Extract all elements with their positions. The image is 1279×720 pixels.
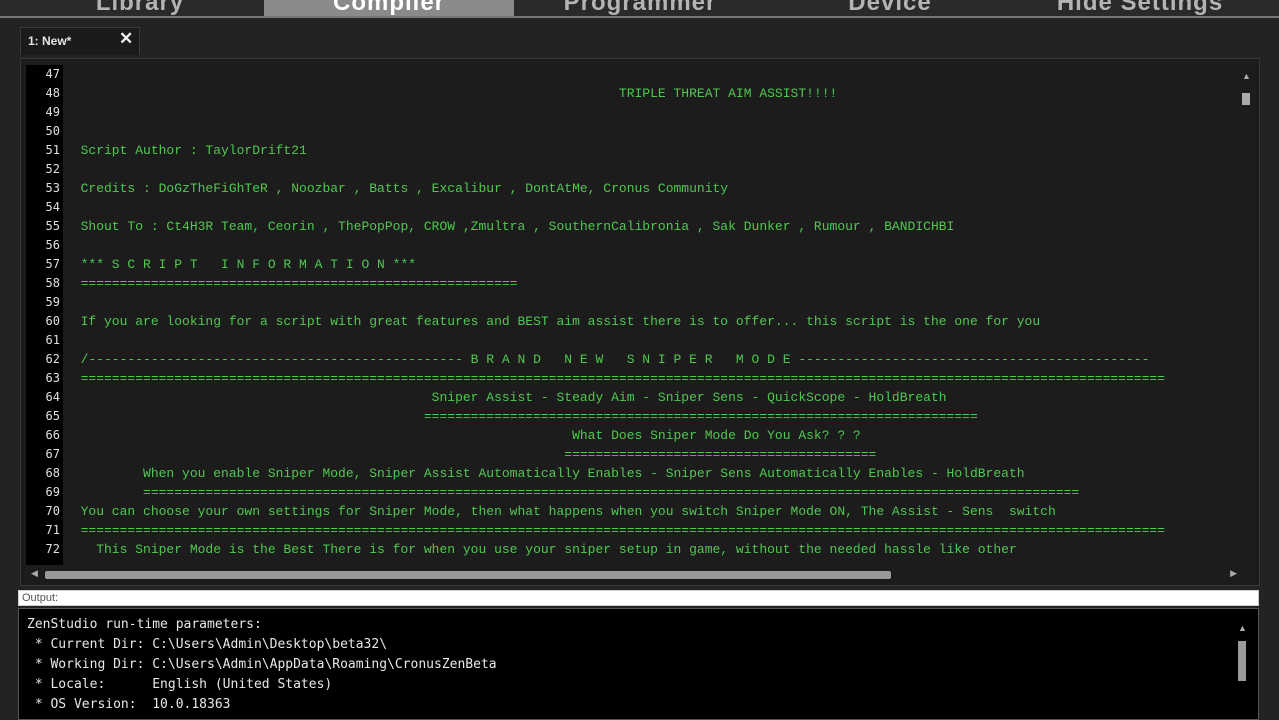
output-scrollbar[interactable]: ▲: [1236, 623, 1248, 719]
line-number: 65: [45, 409, 60, 423]
line-number: 62: [45, 352, 60, 366]
document-tab-label: 1: New*: [28, 34, 72, 48]
tab-compiler[interactable]: Compiler: [264, 0, 514, 16]
line-number: 57: [45, 257, 60, 271]
line-number: 72: [45, 542, 60, 556]
tab-programmer[interactable]: Programmer: [520, 0, 760, 16]
code-line: Script Author : TaylorDrift21: [65, 143, 307, 158]
code-line: ========================================: [65, 447, 877, 462]
line-number: 50: [45, 124, 60, 138]
code-line: What Does Sniper Mode Do You Ask? ? ?: [65, 428, 861, 443]
tab-library[interactable]: Library: [40, 0, 240, 16]
line-number-gutter: 47 48 49 50 51 52 53 54 55 56 57 58 59 60 61 62 63 64 65 66…: [26, 65, 63, 565]
line-number: 52: [45, 162, 60, 176]
code-line: Credits : DoGzTheFiGhTeR , Noozbar , Bat…: [65, 181, 729, 196]
code-line: You can choose your own settings for Sni…: [65, 504, 1056, 519]
code-line: ========================================…: [65, 485, 1080, 500]
horizontal-scroll-thumb[interactable]: [45, 571, 891, 579]
output-line: ZenStudio run-time parameters:: [27, 617, 262, 632]
line-number: 70: [45, 504, 60, 518]
code-area[interactable]: TRIPLE THREAT AIM ASSIST!!!! Script Auth…: [65, 65, 1235, 565]
tab-bar-divider: [0, 16, 1279, 18]
top-tab-bar: Library Compiler Programmer Device Hide …: [0, 0, 1279, 18]
line-number: 71: [45, 523, 60, 537]
vertical-scroll-thumb[interactable]: [1242, 93, 1250, 105]
vertical-scrollbar[interactable]: ▲: [1240, 67, 1252, 559]
code-line: ========================================…: [65, 276, 518, 291]
code-line: ========================================…: [65, 523, 1165, 538]
line-number: 59: [45, 295, 60, 309]
output-header: Output:: [18, 590, 1259, 606]
output-line: * Working Dir: C:\Users\Admin\AppData\Ro…: [27, 657, 497, 672]
code-editor[interactable]: 47 48 49 50 51 52 53 54 55 56 57 58 59 60 61 62 63 64 65 66…: [20, 58, 1260, 586]
output-panel[interactable]: ZenStudio run-time parameters: * Current…: [18, 608, 1259, 720]
code-line: Shout To : Ct4H3R Team, Ceorin , ThePopP…: [65, 219, 955, 234]
line-number: 49: [45, 105, 60, 119]
line-number: 69: [45, 485, 60, 499]
code-line: /---------------------------------------…: [65, 352, 1150, 367]
line-number: 48: [45, 86, 60, 100]
line-number: 53: [45, 181, 60, 195]
line-number: 66: [45, 428, 60, 442]
output-line: * OS Version: 10.0.18363: [27, 697, 231, 712]
tab-hide-settings[interactable]: Hide Settings: [1010, 0, 1270, 16]
scroll-up-icon[interactable]: ▲: [1242, 71, 1251, 81]
close-icon[interactable]: ✕: [119, 29, 133, 49]
line-number: 64: [45, 390, 60, 404]
horizontal-scrollbar[interactable]: ◀ ▶: [31, 567, 1237, 581]
code-line: ========================================…: [65, 409, 978, 424]
line-number: 63: [45, 371, 60, 385]
scroll-right-icon[interactable]: ▶: [1230, 568, 1237, 579]
line-number: 56: [45, 238, 60, 252]
output-line: * Current Dir: C:\Users\Admin\Desktop\be…: [27, 637, 388, 652]
code-line: *** S C R I P T I N F O R M A T I O N **…: [65, 257, 417, 272]
line-number: 58: [45, 276, 60, 290]
line-number: 67: [45, 447, 60, 461]
scroll-up-icon[interactable]: ▲: [1238, 623, 1247, 633]
line-number: 51: [45, 143, 60, 157]
output-line: * Locale: English (United States): [27, 677, 333, 692]
line-number: 61: [45, 333, 60, 347]
code-line: When you enable Sniper Mode, Sniper Assi…: [65, 466, 1025, 481]
code-line: ========================================…: [65, 371, 1165, 386]
document-tab[interactable]: 1: New* ✕: [20, 27, 140, 55]
line-number: 47: [45, 67, 60, 81]
line-number: 60: [45, 314, 60, 328]
line-number: 54: [45, 200, 60, 214]
line-number: 55: [45, 219, 60, 233]
code-line: This Sniper Mode is the Best There is fo…: [65, 542, 1017, 557]
scroll-left-icon[interactable]: ◀: [31, 568, 38, 579]
output-scroll-thumb[interactable]: [1238, 641, 1246, 681]
output-label: Output:: [22, 592, 59, 604]
code-line: If you are looking for a script with gre…: [65, 314, 1041, 329]
code-line: TRIPLE THREAT AIM ASSIST!!!!: [65, 86, 838, 101]
tab-device[interactable]: Device: [790, 0, 990, 16]
code-line: Sniper Assist - Steady Aim - Sniper Sens…: [65, 390, 947, 405]
line-number: 68: [45, 466, 60, 480]
